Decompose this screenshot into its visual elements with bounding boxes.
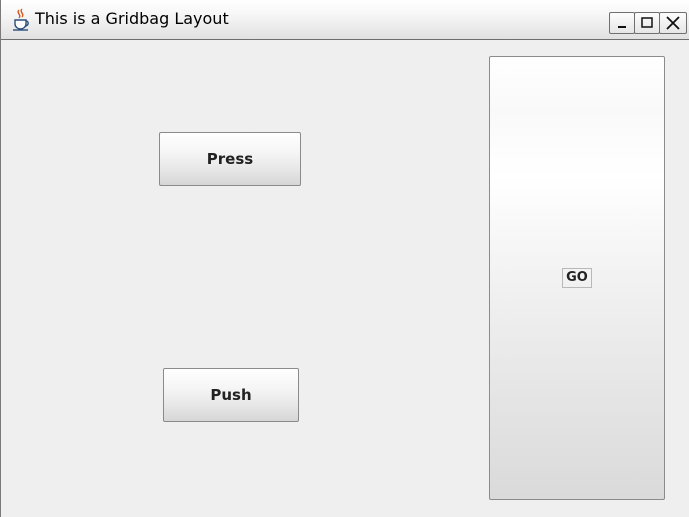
go-button-label: GO [562,268,592,288]
application-window: This is a Gridbag Layout Press Push GO [0,0,689,517]
close-button[interactable] [659,12,687,34]
close-icon [666,16,680,30]
window-title: This is a Gridbag Layout [35,9,229,28]
press-button[interactable]: Press [159,132,301,186]
push-button[interactable]: Push [163,368,299,422]
go-button[interactable]: GO [489,56,665,500]
maximize-icon [641,17,653,28]
minimize-icon [618,26,626,28]
maximize-button[interactable] [634,12,660,34]
java-cup-icon [11,8,31,32]
gridbag-content-panel: Press Push GO [1,40,689,517]
title-bar[interactable]: This is a Gridbag Layout [1,0,689,40]
minimize-button[interactable] [609,12,635,34]
